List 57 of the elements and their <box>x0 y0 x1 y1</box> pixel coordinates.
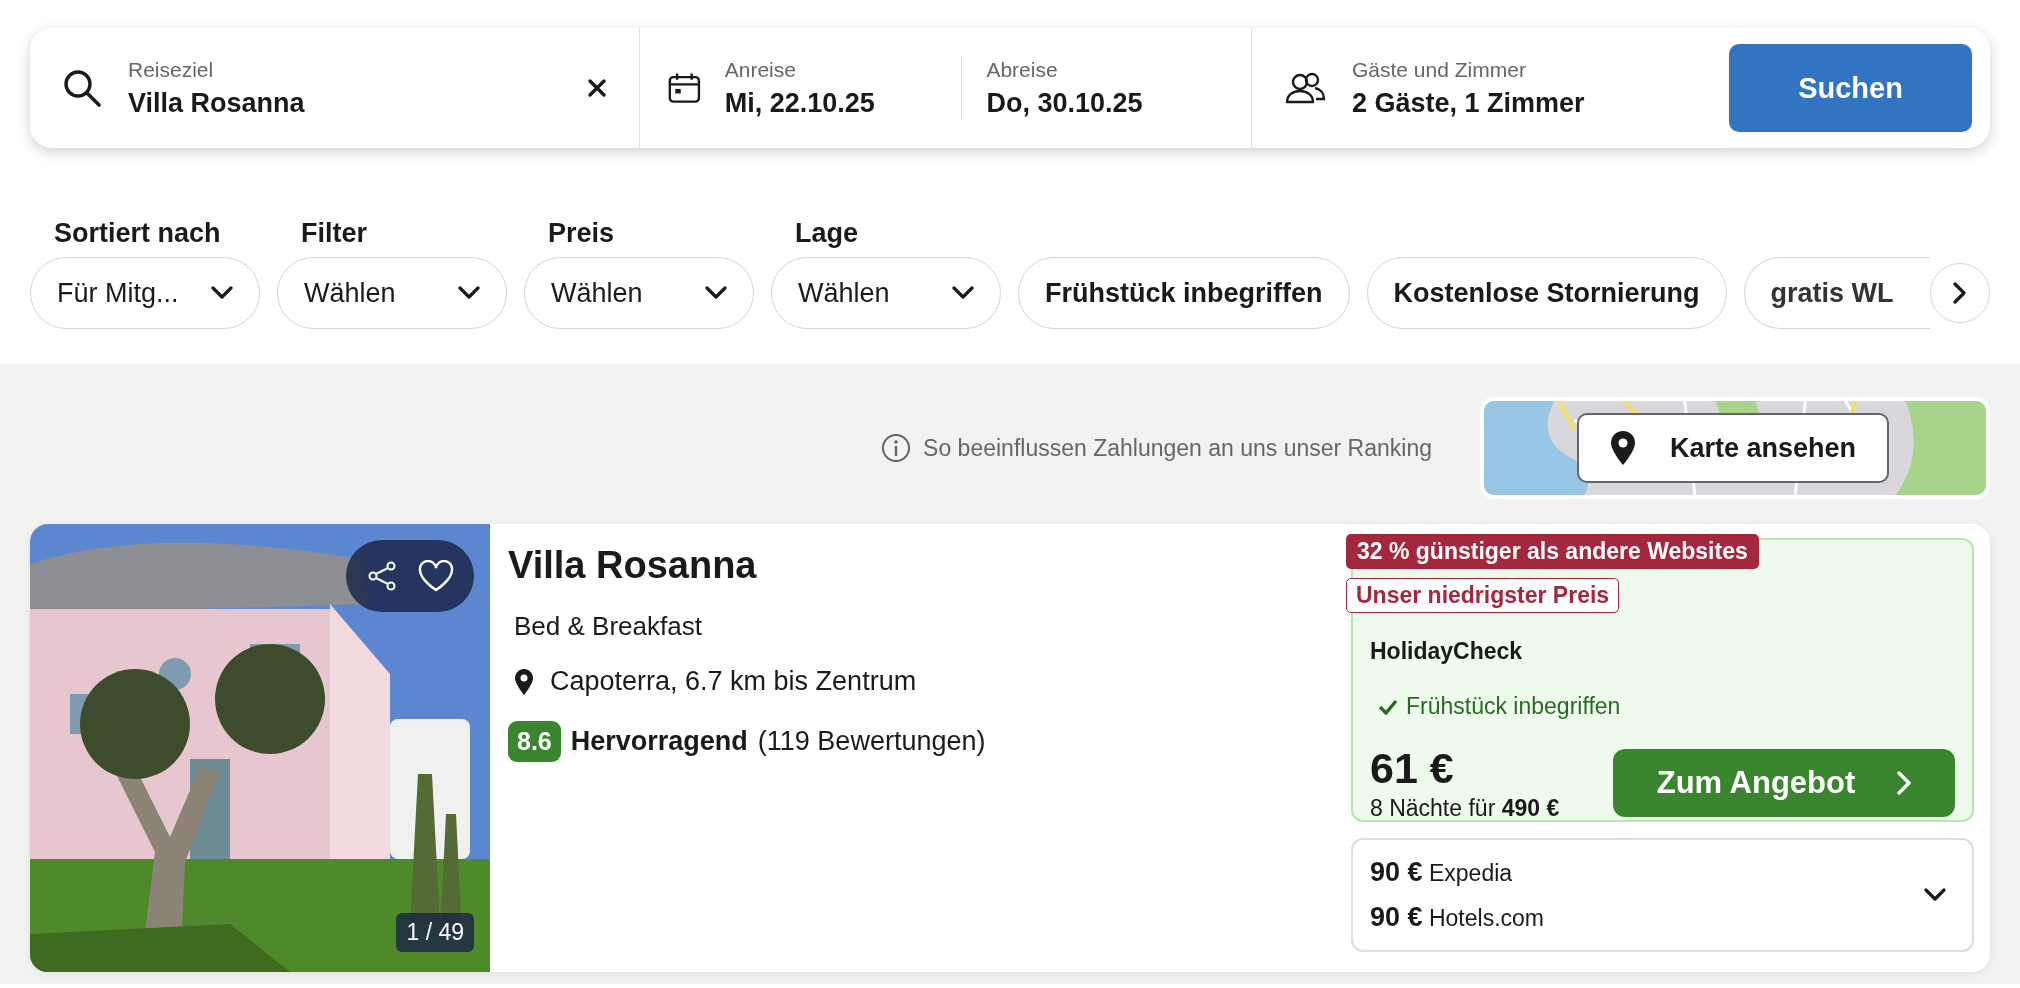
chevron-down-icon <box>458 286 480 300</box>
filter-label: Preis <box>547 218 616 249</box>
share-icon[interactable] <box>366 561 397 591</box>
ranking-note[interactable]: So beeinflussen Zahlungen an uns unser Ranking <box>923 434 1432 462</box>
filter-chip[interactable]: Kostenlose Stornierung <box>1366 257 1727 329</box>
filter-dropdown[interactable]: Wählen <box>524 257 754 329</box>
chevron-right-icon <box>1953 282 1967 304</box>
review-count: (119 Bewertungen) <box>757 726 986 757</box>
filter-label: Sortiert nach <box>53 218 222 249</box>
offer-line[interactable]: 90 € Hotels.com <box>1370 902 1544 933</box>
filter-chip[interactable]: Frühstück inbegriffen <box>1018 257 1350 329</box>
chevron-down-icon <box>952 286 974 300</box>
chevron-down-icon <box>211 286 233 300</box>
filter-label: Lage <box>794 218 860 249</box>
field-label: Gäste und Zimmer <box>1352 57 1527 82</box>
map-preview[interactable]: Karte ansehen <box>1480 397 1990 499</box>
calendar-icon <box>668 71 701 105</box>
location-pin-icon <box>514 667 534 696</box>
search-button[interactable]: Suchen <box>1729 44 1972 132</box>
total-price: 8 Nächte für 490 € <box>1370 795 1560 822</box>
filter-chip[interactable]: gratis WL <box>1743 257 1930 329</box>
info-icon <box>881 433 912 463</box>
photo-counter: 1 / 49 <box>396 913 474 952</box>
chevron-down-icon <box>1924 888 1946 902</box>
field-label: Reiseziel <box>128 57 215 82</box>
filter-label: Filter <box>300 218 368 249</box>
location-text: Capoterra, 6.7 km bis Zentrum <box>550 666 917 697</box>
chevron-down-icon <box>705 286 727 300</box>
discount-badge: 32 % günstiger als andere Websites <box>1346 534 1759 569</box>
chevron-right-icon <box>1897 771 1912 795</box>
field-label: Abreise <box>986 57 1059 82</box>
search-icon <box>62 68 102 108</box>
expand-button[interactable] <box>1924 888 1946 902</box>
lowest-price-badge: Unser niedrigster Preis <box>1346 578 1620 613</box>
check-icon <box>1378 698 1398 715</box>
field-value[interactable]: Villa Rosanna <box>128 87 561 119</box>
field-label: Anreise <box>724 57 797 82</box>
filter-dropdown[interactable]: Für Mitg... <box>30 257 260 329</box>
clear-icon[interactable] <box>587 78 607 98</box>
location-pin-icon <box>1609 430 1636 466</box>
filter-dropdown[interactable]: Wählen <box>771 257 1001 329</box>
filter-dropdown[interactable]: Wählen <box>277 257 507 329</box>
offer-button[interactable]: Zum Angebot <box>1613 749 1955 817</box>
heart-icon[interactable] <box>417 560 454 592</box>
people-icon <box>1284 71 1326 105</box>
field-value[interactable]: 2 Gäste, 1 Zimmer <box>1352 87 1703 119</box>
hotel-title[interactable]: Villa Rosanna <box>508 544 1326 587</box>
map-button[interactable]: Karte ansehen <box>1577 413 1889 483</box>
field-value[interactable]: Do, 30.10.25 <box>986 87 1223 119</box>
offer-line[interactable]: 90 € Expedia <box>1370 857 1544 888</box>
provider-name: HolidayCheck <box>1370 638 1524 665</box>
property-type: Bed & Breakfast <box>514 611 703 642</box>
rating-score: 8.6 <box>508 721 561 762</box>
field-value[interactable]: Mi, 22.10.25 <box>724 87 962 119</box>
rating-verdict: Hervorragend <box>570 726 748 757</box>
perk-text: Frühstück inbegriffen <box>1406 693 1621 720</box>
nightly-price: 61 € <box>1370 744 1455 793</box>
